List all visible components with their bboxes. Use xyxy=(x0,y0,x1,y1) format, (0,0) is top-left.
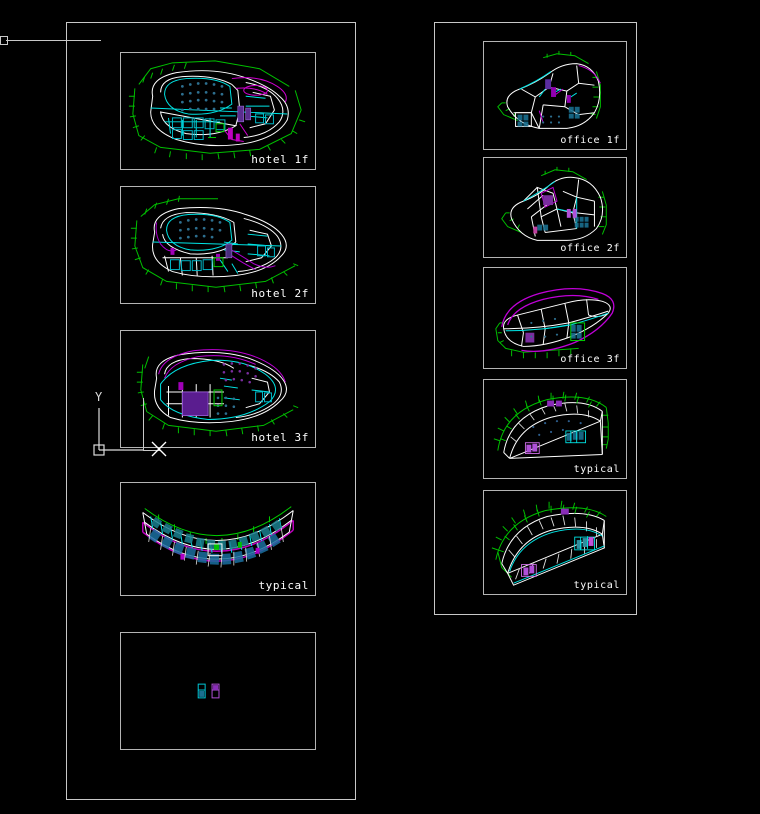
ucs-x-leader-vertical xyxy=(143,398,144,450)
plan-panel-office-1f[interactable]: office 1f xyxy=(483,41,627,150)
floorplan-drawing-office-3f xyxy=(495,288,615,359)
panel-label-typical-right-1: typical xyxy=(573,464,620,475)
plan-panel-typical-right-2[interactable]: typical xyxy=(483,490,627,595)
cad-viewport[interactable]: hotel 1f hotel 2f hotel 3f typical offic… xyxy=(0,0,760,814)
floorplan-drawing-hotel-1f xyxy=(128,60,306,161)
panel-label-office-2f: office 2f xyxy=(560,243,620,254)
plan-panel-hotel-1f[interactable]: hotel 1f xyxy=(120,52,316,170)
floorplan-drawing-office-1f xyxy=(497,50,601,129)
panel-label-typical-left: typical xyxy=(258,579,309,592)
panel-label-typical-right-2: typical xyxy=(573,580,620,591)
plan-panel-office-2f[interactable]: office 2f xyxy=(483,157,627,258)
ucs-y-label: Y xyxy=(95,390,103,404)
panel-label-hotel-3f: hotel 3f xyxy=(251,431,309,444)
panel-label-hotel-2f: hotel 2f xyxy=(251,287,309,300)
panel-label-office-3f: office 3f xyxy=(560,354,620,365)
panel-label-office-1f: office 1f xyxy=(560,135,620,146)
floorplan-drawing-typical-right-2 xyxy=(491,500,607,586)
plan-panel-typical-left[interactable]: typical xyxy=(120,482,316,596)
floorplan-drawing-detail-fragment xyxy=(197,683,220,699)
floorplan-drawing-hotel-2f xyxy=(130,195,299,293)
panel-label-hotel-1f: hotel 1f xyxy=(251,153,309,166)
plan-panel-office-3f[interactable]: office 3f xyxy=(483,267,627,369)
ucs-x-leader-horizontal xyxy=(143,450,161,451)
plan-panel-typical-right-1[interactable]: typical xyxy=(483,379,627,479)
plan-panel-hotel-2f[interactable]: hotel 2f xyxy=(120,186,316,304)
plan-panel-empty[interactable] xyxy=(120,632,316,750)
